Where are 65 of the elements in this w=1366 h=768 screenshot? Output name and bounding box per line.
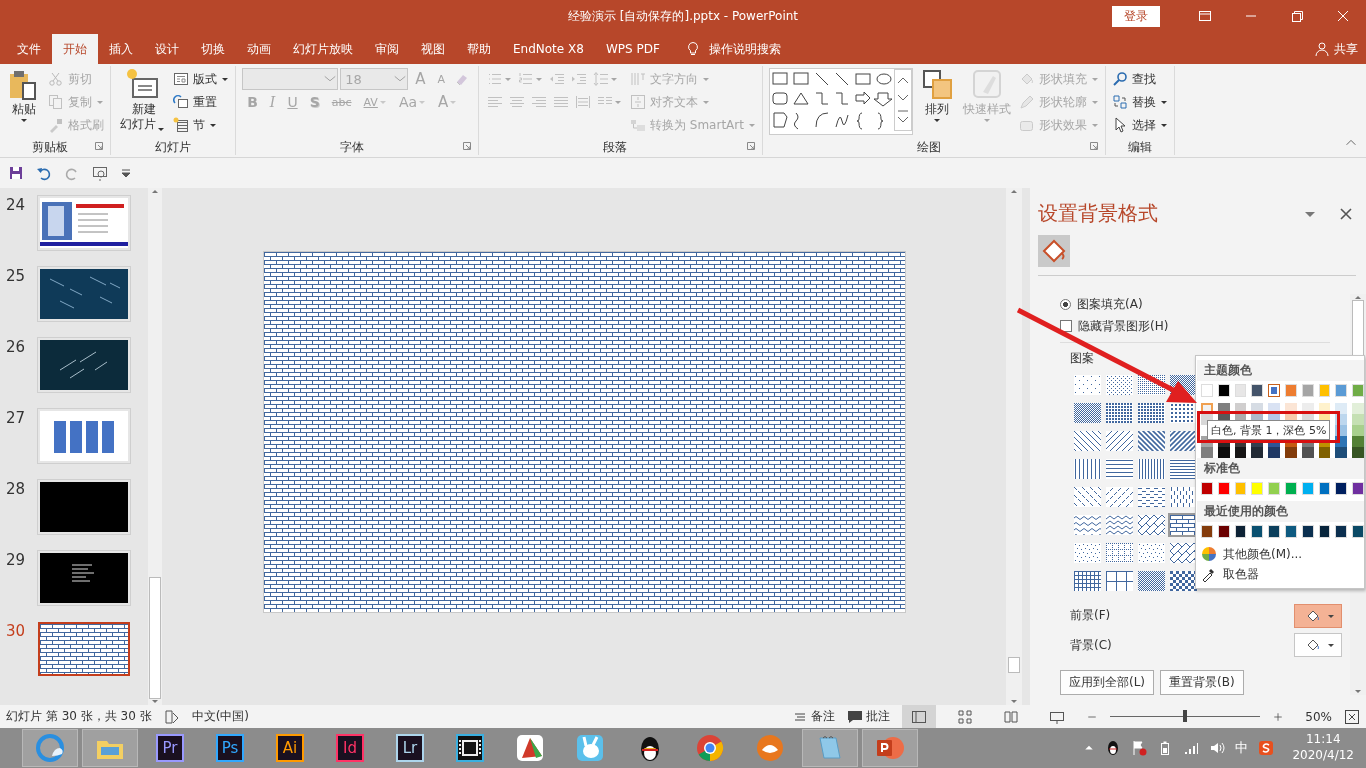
- window-title: 经验演示 [自动保存的].pptx - PowerPoint: [566, 7, 800, 25]
- ribbon-button[interactable]: 节: [173, 114, 218, 136]
- group-label: 编辑: [1126, 138, 1153, 156]
- ribbon-tab[interactable]: EndNote X8: [502, 34, 595, 64]
- slide-number: 29: [5, 551, 27, 569]
- field-label: 前景(F): [1070, 607, 1111, 625]
- slide-number: 26: [5, 338, 27, 356]
- ribbon-tab[interactable]: 帮助: [456, 34, 502, 64]
- ribbon-tab[interactable]: WPS PDF: [594, 34, 671, 64]
- menu-item[interactable]: 取色器: [1223, 565, 1259, 583]
- ribbon-button[interactable]: 选择: [1111, 114, 1168, 136]
- ribbon-tab[interactable]: 设计: [144, 34, 190, 64]
- tooltip: 白色, 背景 1，深色 5%: [1207, 420, 1331, 440]
- ribbon-button[interactable]: 新建幻灯片: [117, 68, 168, 132]
- slide-number: 30: [5, 622, 27, 640]
- ribbon-button[interactable]: 重置: [173, 91, 218, 113]
- group-label: 剪贴板: [31, 138, 69, 156]
- option-label: 图案填充(A): [1077, 296, 1143, 314]
- section-title: 主题颜色: [1197, 360, 1364, 381]
- ribbon-tab[interactable]: 插入: [98, 34, 144, 64]
- pane-button[interactable]: 重置背景(B): [1160, 670, 1244, 695]
- field-label: 图案: [1070, 349, 1095, 367]
- app-icon[interactable]: Lr: [396, 734, 424, 762]
- ribbon-button[interactable]: 替换: [1111, 91, 1168, 113]
- group-label: 字体: [339, 138, 366, 156]
- input-method-indicator[interactable]: 中: [1235, 739, 1249, 757]
- section-title: 最近使用的颜色: [1197, 501, 1364, 522]
- ribbon-button[interactable]: 查找: [1111, 68, 1156, 90]
- ribbon-button[interactable]: 排列: [918, 68, 955, 123]
- slide-number: 27: [5, 409, 27, 427]
- group-label: 幻灯片: [154, 138, 193, 156]
- group-label: 段落: [602, 138, 629, 156]
- ribbon-tab[interactable]: 动画: [236, 34, 282, 64]
- ribbon-button[interactable]: 版式: [173, 68, 230, 90]
- clock-date[interactable]: 2020/4/12: [1292, 748, 1354, 764]
- ribbon-tab[interactable]: 文件: [6, 34, 52, 64]
- ribbon-tab[interactable]: 切换: [190, 34, 236, 64]
- sign-in-button[interactable]: 登录: [1112, 5, 1160, 27]
- section-title: 标准色: [1197, 458, 1364, 479]
- slide-number: 25: [5, 267, 27, 285]
- notes-button[interactable]: 备注: [811, 708, 835, 725]
- slide-number: 24: [5, 196, 27, 214]
- ribbon-tab[interactable]: 幻灯片放映: [282, 34, 364, 64]
- field-label: 背景(C): [1070, 636, 1112, 654]
- ribbon-tab[interactable]: 视图: [410, 34, 456, 64]
- zoom-level[interactable]: 50%: [1296, 709, 1332, 724]
- app-icon[interactable]: Ai: [276, 734, 304, 762]
- ribbon-tab[interactable]: 审阅: [364, 34, 410, 64]
- ribbon-tab[interactable]: 开始: [52, 34, 98, 64]
- ribbon-button[interactable]: 粘贴: [6, 68, 42, 123]
- slide-number: 28: [5, 480, 27, 498]
- app-icon[interactable]: Id: [336, 734, 364, 762]
- app-icon[interactable]: Ps: [216, 734, 244, 762]
- menu-item[interactable]: 其他颜色(M)...: [1223, 545, 1303, 563]
- app-icon[interactable]: Pr: [156, 734, 184, 762]
- group-label: 绘图: [915, 138, 942, 156]
- pane-button[interactable]: 应用到全部(L): [1060, 670, 1155, 695]
- tell-me-search[interactable]: 操作说明搜索: [708, 40, 781, 58]
- pane-title: 设置背景格式: [1038, 200, 1158, 227]
- language-indicator[interactable]: 中文(中国): [191, 708, 249, 725]
- share-button[interactable]: 共享: [1334, 40, 1358, 58]
- slide-counter: 幻灯片 第 30 张，共 30 张: [6, 708, 152, 725]
- comments-button[interactable]: 批注: [866, 708, 890, 725]
- option-label: 隐藏背景图形(H): [1078, 317, 1169, 335]
- clock-time[interactable]: 11:14: [1305, 732, 1341, 748]
